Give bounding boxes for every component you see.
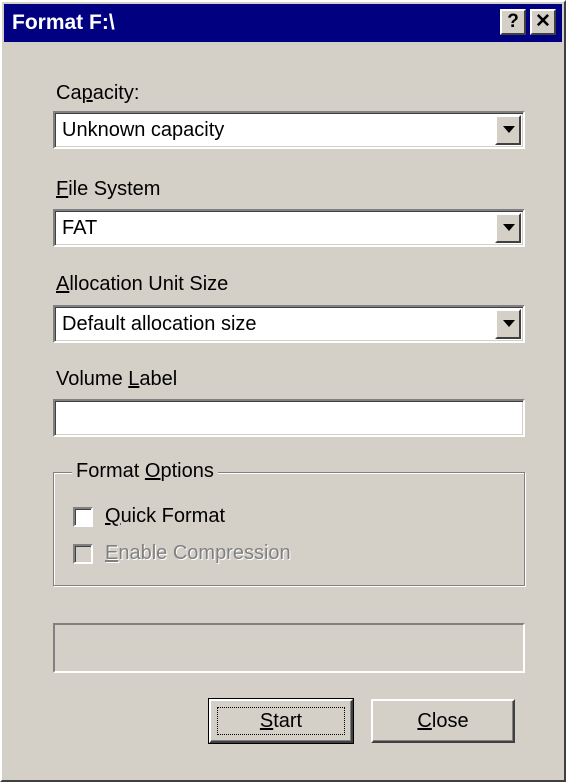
allocation-value: Default allocation size bbox=[62, 313, 257, 335]
chevron-down-icon bbox=[503, 320, 515, 327]
file-system-dropdown-button[interactable] bbox=[495, 213, 521, 243]
quick-format-checkbox[interactable] bbox=[73, 507, 93, 527]
chevron-down-icon bbox=[503, 224, 515, 231]
focus-rectangle bbox=[217, 707, 345, 735]
start-button[interactable]: Start bbox=[208, 698, 354, 744]
volume-label-input[interactable] bbox=[53, 399, 525, 437]
dialog-title: Format F:\ bbox=[12, 11, 115, 34]
file-system-label: File System bbox=[56, 178, 161, 200]
file-system-value: FAT bbox=[62, 217, 98, 239]
help-button[interactable]: ? bbox=[500, 9, 526, 35]
enable-compression-label: Enable Compression bbox=[105, 542, 291, 564]
allocation-select[interactable]: Default allocation size bbox=[53, 305, 525, 343]
file-system-select[interactable]: FAT bbox=[53, 209, 525, 247]
format-options-group bbox=[53, 472, 525, 586]
format-progress-bar bbox=[53, 623, 525, 673]
capacity-dropdown-button[interactable] bbox=[495, 115, 521, 145]
close-title-button[interactable]: ✕ bbox=[530, 9, 556, 35]
capacity-label: Capacity: bbox=[56, 82, 140, 104]
format-options-title: Format Options bbox=[72, 460, 218, 483]
capacity-value: Unknown capacity bbox=[62, 119, 225, 141]
volume-label-label: Volume Label bbox=[56, 368, 178, 390]
enable-compression-checkbox bbox=[73, 544, 93, 564]
allocation-dropdown-button[interactable] bbox=[495, 309, 521, 339]
format-dialog: Format F:\ ? ✕ Capacity: Unknown capacit… bbox=[0, 0, 566, 782]
chevron-down-icon bbox=[503, 126, 515, 133]
capacity-select[interactable]: Unknown capacity bbox=[53, 111, 525, 149]
close-button[interactable]: Close bbox=[371, 699, 515, 743]
title-bar[interactable]: Format F:\ ? ✕ bbox=[4, 4, 562, 42]
allocation-label: Allocation Unit Size bbox=[56, 273, 229, 295]
quick-format-label[interactable]: Quick Format bbox=[105, 505, 225, 528]
